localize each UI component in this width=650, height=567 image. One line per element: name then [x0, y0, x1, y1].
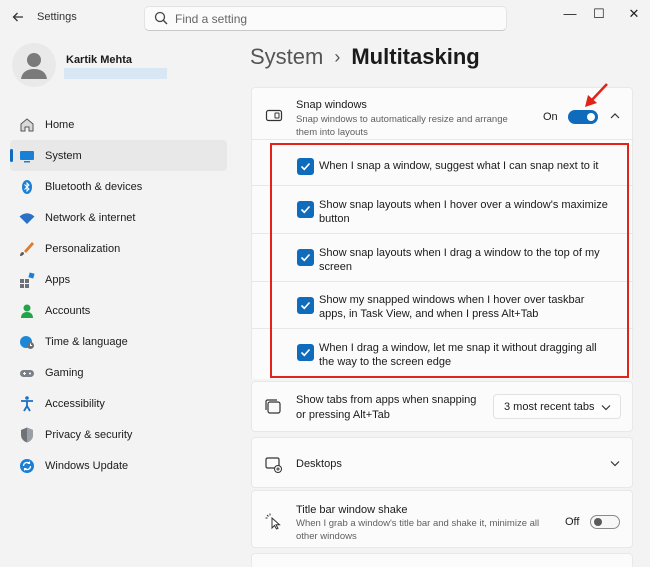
sidebar-item-home[interactable]: Home [10, 109, 227, 140]
snap-toggle-label: On [543, 111, 558, 123]
accessibility-icon [21, 395, 33, 411]
sidebar-item-time-language[interactable]: Time & language [10, 326, 227, 357]
app-title: Settings [37, 11, 77, 23]
checkmark-icon [300, 162, 311, 171]
checkmark-icon [300, 205, 311, 214]
snap-option-hover-maximize[interactable]: Show snap layouts when I hover over a wi… [252, 185, 634, 233]
cursor-shake-icon [265, 513, 281, 530]
breadcrumb-separator: › [334, 46, 341, 67]
snap-option-label: Show my snapped windows when I hover ove… [319, 294, 585, 320]
snap-option-label: Show snap layouts when I drag a window t… [319, 247, 600, 273]
user-email-redacted [64, 68, 167, 79]
accounts-icon [21, 304, 33, 318]
snap-windows-toggle[interactable] [568, 110, 598, 124]
snap-options-panel: When I snap a window, suggest what I can… [251, 139, 634, 379]
snap-option-drag-no-edge[interactable]: When I drag a window, let me snap it wit… [252, 328, 634, 379]
checkbox-drag-no-edge[interactable] [297, 344, 314, 361]
sidebar-item-system[interactable]: System [10, 140, 227, 171]
tabs-window-icon [265, 399, 281, 414]
breadcrumb-parent[interactable]: System [250, 44, 323, 70]
snap-windows-title: Snap windows [296, 99, 367, 111]
snap-option-taskbar[interactable]: Show my snapped windows when I hover ove… [252, 281, 634, 328]
snap-option-drag-top[interactable]: Show snap layouts when I drag a window t… [252, 233, 634, 281]
sidebar-item-accessibility[interactable]: Accessibility [10, 388, 227, 419]
alt-tab-dropdown[interactable]: 3 most recent tabs [493, 394, 621, 419]
chevron-down-icon [601, 405, 611, 411]
system-icon [20, 150, 34, 162]
home-icon [20, 117, 34, 131]
globe-clock-icon [20, 335, 34, 349]
page-title: Multitasking [351, 44, 480, 69]
update-icon [20, 458, 34, 473]
search-input[interactable] [175, 9, 495, 28]
title-bar-shake-description: When I grab a window's title bar and sha… [296, 518, 540, 542]
red-arrow-icon [585, 83, 608, 107]
checkmark-icon [300, 253, 311, 262]
checkbox-hover-maximize[interactable] [297, 201, 314, 218]
checkmark-icon [300, 301, 311, 310]
snap-option-label: When I snap a window, suggest what I can… [319, 160, 599, 172]
dropdown-selected-value: 3 most recent tabs [504, 401, 595, 413]
desktops-title: Desktops [296, 458, 342, 470]
sidebar-item-windows-update[interactable]: Windows Update [10, 450, 227, 481]
shake-toggle-label: Off [565, 516, 580, 528]
snap-window-icon [265, 109, 283, 122]
next-card-partial [251, 553, 633, 567]
back-arrow-icon [12, 12, 23, 22]
maximize-button[interactable]: ☐ [585, 4, 613, 24]
close-button[interactable]: ✕ [620, 4, 648, 24]
sidebar-item-privacy-security[interactable]: Privacy & security [10, 419, 227, 450]
title-bar-shake-title: Title bar window shake [296, 504, 408, 516]
desktops-icon [265, 457, 282, 473]
title-bar: Settings — ☐ ✕ [0, 0, 650, 36]
wifi-icon [19, 212, 35, 224]
checkbox-taskbar[interactable] [297, 297, 314, 314]
snap-option-label: Show snap layouts when I hover over a wi… [319, 199, 608, 225]
snap-windows-card[interactable]: Snap windows Snap windows to automatical… [251, 87, 633, 140]
minimize-button[interactable]: — [556, 4, 584, 24]
avatar[interactable] [12, 43, 56, 87]
alt-tab-title: Show tabs from apps when snapping or pre… [296, 394, 477, 421]
chevron-down-icon[interactable] [609, 457, 621, 469]
desktops-card[interactable]: Desktops [251, 437, 633, 488]
gamepad-icon [20, 369, 34, 377]
brush-icon [20, 241, 34, 256]
breadcrumb: System › Multitasking [250, 44, 480, 70]
bluetooth-icon [22, 179, 32, 194]
search-box[interactable] [144, 6, 507, 31]
sidebar-item-apps[interactable]: Apps [10, 264, 227, 295]
sidebar-item-personalization[interactable]: Personalization [10, 233, 227, 264]
title-bar-shake-toggle[interactable] [590, 515, 620, 529]
sidebar-item-network[interactable]: Network & internet [10, 202, 227, 233]
snap-option-label: When I drag a window, let me snap it wit… [319, 342, 597, 368]
sidebar-item-accounts[interactable]: Accounts [10, 295, 227, 326]
title-bar-shake-card: Title bar window shake When I grab a win… [251, 490, 633, 548]
snap-option-suggest[interactable]: When I snap a window, suggest what I can… [252, 139, 634, 185]
back-button[interactable] [8, 8, 28, 28]
checkbox-drag-top[interactable] [297, 249, 314, 266]
sidebar-nav: Home System Bluetooth & devices Network … [10, 109, 227, 481]
checkbox-suggest[interactable] [297, 158, 314, 175]
search-icon [154, 11, 168, 25]
chevron-up-icon[interactable] [609, 110, 621, 122]
checkmark-icon [300, 348, 311, 357]
apps-icon [20, 271, 35, 288]
sidebar-item-bluetooth[interactable]: Bluetooth & devices [10, 171, 227, 202]
shield-icon [21, 427, 33, 442]
snap-windows-description: Snap windows to automatically resize and… [296, 114, 508, 138]
user-name: Kartik Mehta [66, 54, 133, 66]
user-silhouette-icon [21, 53, 47, 79]
sidebar-item-gaming[interactable]: Gaming [10, 357, 227, 388]
